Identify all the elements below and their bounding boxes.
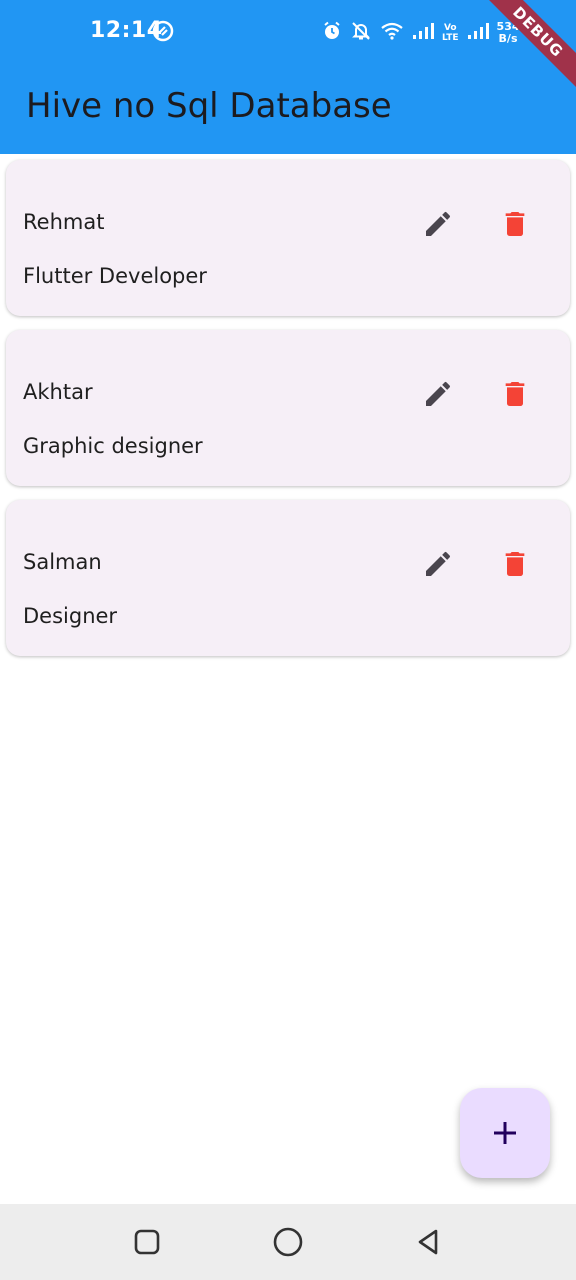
status-icons: Vo LTE 534 B/s <box>322 18 520 48</box>
item-role: Designer <box>23 604 118 628</box>
edit-button[interactable] <box>418 204 458 244</box>
pencil-icon <box>426 551 451 576</box>
recents-button[interactable] <box>129 1224 165 1260</box>
alarm-icon <box>322 21 342 46</box>
delete-button[interactable] <box>495 544 535 584</box>
square-recents-icon <box>134 1229 160 1255</box>
network-speed-unit: B/s <box>498 32 518 45</box>
delete-button[interactable] <box>495 204 535 244</box>
item-name: Akhtar <box>23 380 93 404</box>
system-nav-bar <box>0 1204 576 1280</box>
notifications-off-icon <box>350 20 372 47</box>
circle-home-icon <box>273 1227 303 1257</box>
item-name: Rehmat <box>23 210 105 234</box>
wifi-icon <box>380 21 404 46</box>
trash-icon <box>505 552 525 576</box>
page-title: Hive no Sql Database <box>26 86 392 126</box>
edit-button[interactable] <box>418 544 458 584</box>
volte-label: Vo <box>443 23 457 33</box>
edit-button[interactable] <box>418 374 458 414</box>
app-status-icon <box>152 20 174 47</box>
app-bar: 12:14 Vo LTE 534 B/s DEBUG Hive no Sql D… <box>0 0 576 154</box>
volte-indicator: Vo LTE <box>442 23 459 43</box>
item-role: Graphic designer <box>23 434 203 458</box>
triangle-back-icon <box>418 1229 438 1255</box>
back-button[interactable] <box>411 1224 447 1260</box>
add-button[interactable] <box>460 1088 550 1178</box>
signal-icon <box>412 22 434 45</box>
trash-icon <box>505 382 525 406</box>
plus-icon <box>494 1122 516 1144</box>
pencil-icon <box>426 381 451 406</box>
list-item: Akhtar Graphic designer <box>6 330 570 486</box>
list-item: Rehmat Flutter Developer <box>6 160 570 316</box>
pencil-icon <box>426 211 451 236</box>
home-button[interactable] <box>270 1224 306 1260</box>
signal-2-icon <box>467 22 489 45</box>
item-role: Flutter Developer <box>23 264 207 288</box>
list-item: Salman Designer <box>6 500 570 656</box>
item-name: Salman <box>23 550 102 574</box>
delete-button[interactable] <box>495 374 535 414</box>
trash-icon <box>505 212 525 236</box>
people-list: Rehmat Flutter Developer Akhtar Graphic … <box>6 160 570 670</box>
status-bar: 12:14 Vo LTE 534 B/s <box>0 0 576 66</box>
lte-label: LTE <box>442 33 459 43</box>
